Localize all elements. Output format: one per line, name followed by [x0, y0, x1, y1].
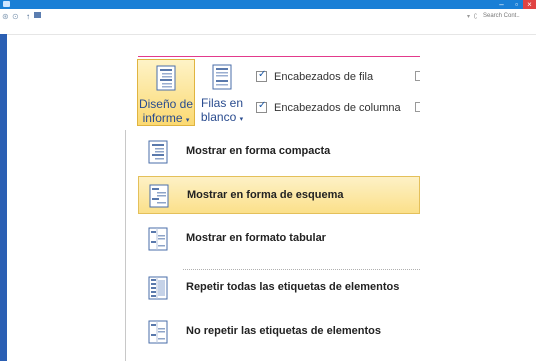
checkbox-box: ✓: [256, 69, 267, 82]
chevron-down-icon: ▾: [185, 117, 190, 124]
blank-rows-label-2: blanco ▾: [200, 110, 244, 124]
report-layout-label-2: informe ▾: [142, 111, 190, 125]
checkbox-box: ✓: [256, 100, 267, 113]
forward-icon[interactable]: ⊙: [12, 13, 19, 21]
tabular-form-icon: [148, 227, 168, 251]
repeat-labels-icon: [148, 276, 168, 300]
menu-item-tabular[interactable]: Mostrar en formato tabular: [138, 220, 420, 258]
location-icon: [34, 12, 41, 18]
up-icon[interactable]: ↑: [26, 13, 30, 21]
outline-form-icon: [149, 184, 169, 208]
menu-item-label: No repetir las etiquetas de elementos: [186, 325, 382, 337]
refresh-icon[interactable]: ʗ: [474, 13, 477, 19]
check-icon: ✓: [258, 100, 267, 111]
menu-item-label: Mostrar en forma de esquema: [187, 189, 344, 201]
address-dropdown-icon[interactable]: ▾: [467, 13, 470, 20]
close-button[interactable]: ×: [523, 0, 536, 9]
menu-separator: [183, 269, 420, 270]
back-icon[interactable]: ⊛: [2, 13, 9, 21]
blank-rows-label-1: Filas en: [200, 96, 244, 110]
no-repeat-labels-icon: [148, 320, 168, 344]
app-icon: [3, 1, 10, 7]
menu-item-outline[interactable]: Mostrar en forma de esquema: [138, 176, 420, 214]
left-pane-strip: [0, 34, 7, 361]
report-layout-icon: [156, 65, 176, 91]
menu-item-label: Repetir todas las etiquetas de elementos: [186, 281, 400, 293]
search-input[interactable]: Search Cont..: [483, 13, 520, 19]
cut-off-control[interactable]: [415, 102, 420, 112]
menu-item-repeat-labels[interactable]: Repetir todas las etiquetas de elementos: [138, 269, 420, 307]
menu-item-no-repeat-labels[interactable]: No repetir las etiquetas de elementos: [138, 313, 420, 351]
menu-item-label: Mostrar en formato tabular: [186, 232, 326, 244]
blank-rows-button[interactable]: Filas en blanco ▾: [198, 59, 246, 126]
cut-off-control[interactable]: [415, 71, 420, 81]
report-layout-button[interactable]: Diseño de informe ▾: [137, 59, 195, 126]
report-layout-menu: Mostrar en forma compacta Mostrar en for…: [125, 130, 420, 361]
row-headers-label: Encabezados de fila: [274, 71, 374, 83]
check-icon: ✓: [258, 69, 267, 80]
blank-rows-icon: [212, 64, 232, 90]
column-headers-label: Encabezados de columna: [274, 102, 401, 114]
nav-bar: ⊛ ⊙ ↑ ▾ ʗ Search Cont..: [0, 9, 536, 35]
title-bar: – ▫ ×: [0, 0, 536, 9]
menu-item-compact[interactable]: Mostrar en forma compacta: [138, 133, 420, 171]
compact-form-icon: [148, 140, 168, 164]
ribbon-accent-line: [138, 56, 420, 57]
maximize-button[interactable]: ▫: [510, 0, 523, 9]
minimize-button[interactable]: –: [495, 0, 508, 9]
row-headers-checkbox[interactable]: ✓ Encabezados de fila: [256, 69, 416, 84]
column-headers-checkbox[interactable]: ✓ Encabezados de columna: [256, 100, 416, 115]
chevron-down-icon: ▾: [239, 116, 244, 123]
report-layout-label-1: Diseño de: [138, 97, 194, 111]
menu-item-label: Mostrar en forma compacta: [186, 145, 331, 157]
